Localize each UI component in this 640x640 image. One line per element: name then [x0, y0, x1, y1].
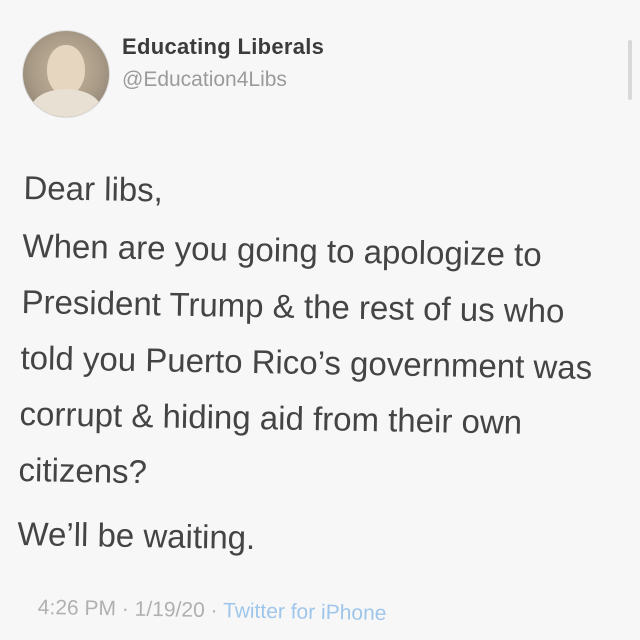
tweet-body: Dear libs, When are you going to apologi… [17, 160, 624, 572]
author-info: Educating Liberals @Education4Libs [122, 34, 324, 92]
tweet-time[interactable]: 4:26 PM [38, 596, 117, 620]
tweet-greeting: Dear libs, [23, 168, 164, 209]
tweet-card: Educating Liberals @Education4Libs Dear … [0, 0, 640, 640]
tweet-date[interactable]: 1/19/20 [134, 598, 204, 622]
avatar[interactable] [22, 30, 110, 118]
meta-separator: · [115, 597, 135, 621]
tweet-source-link[interactable]: Twitter for iPhone [223, 599, 387, 625]
meta-separator: · [204, 598, 224, 623]
user-handle[interactable]: @Education4Libs [122, 68, 324, 92]
display-name[interactable]: Educating Liberals [122, 34, 324, 60]
avatar-shoulders [31, 89, 101, 117]
tweet-question: When are you going to apologize to Presi… [18, 226, 593, 491]
tweet-header: Educating Liberals @Education4Libs [22, 30, 522, 120]
scrollbar[interactable] [628, 40, 632, 100]
avatar-face [47, 45, 85, 95]
tweet-meta: 4:26 PM · 1/19/20 · Twitter for iPhone [38, 596, 387, 626]
tweet-closing: We’ll be waiting. [17, 514, 256, 557]
